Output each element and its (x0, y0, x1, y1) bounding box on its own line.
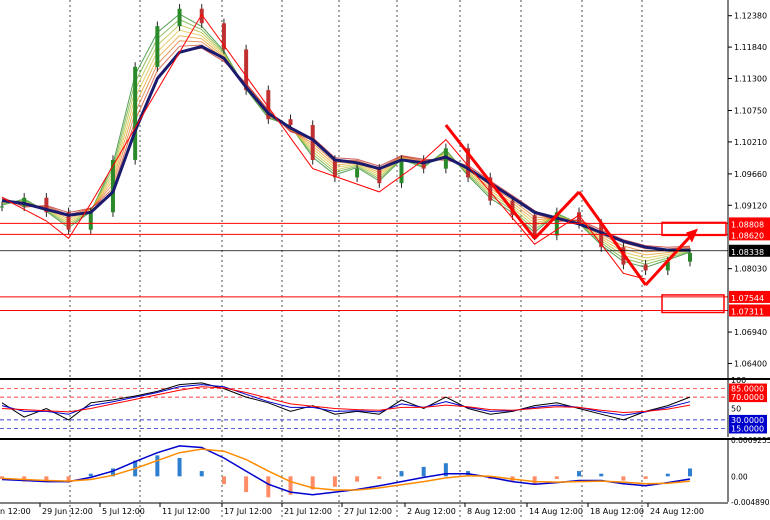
price-candle-body (399, 159, 404, 184)
h-level-label: 1.07311 (731, 307, 764, 316)
price-tick-label: 1.12380 (734, 12, 767, 21)
price-tick-label: 1.10750 (734, 106, 767, 115)
h-level-label: 1.08620 (731, 231, 764, 240)
macd-histogram-bar (155, 455, 160, 477)
price-tick-label: 1.11840 (734, 43, 767, 52)
osc-series-line (1, 386, 691, 414)
x-tick-label: 21 Jul 12:00 (284, 507, 332, 516)
macd-histogram-bar (665, 473, 670, 477)
oscillator-panel: 10085.000070.00005030.000015.0000 (0, 376, 770, 437)
macd-panel: 0.0069255 0.00 -0.0048906 (0, 436, 770, 507)
macd-histogram-bar (377, 476, 382, 479)
macd-histogram-bar (199, 471, 204, 477)
price-candle-body (88, 212, 93, 230)
osc-tick-label: 50 (731, 405, 741, 414)
x-axis: n 12:00 29 Jun 12:00 5 Jul 12:00 11 Jul 12:… (0, 502, 728, 516)
price-candle-body (532, 215, 537, 236)
chart-root: 1.08808 1.08620 1.08338 1.07544 1.07311 1.123… (0, 0, 770, 520)
x-tick-label: 24 Aug 12:00 (650, 507, 704, 516)
macd-histogram-bar (221, 476, 226, 485)
macd-histogram-bar (643, 476, 648, 479)
price-candle-body (177, 8, 182, 27)
price-tick-label: 1.06940 (734, 328, 767, 337)
macd-histogram-bar (688, 468, 692, 477)
price-candle-body (332, 159, 337, 178)
macd-histogram-bar (266, 476, 271, 498)
price-tick-label: 1.06400 (734, 359, 767, 368)
price-candle-body (0, 206, 4, 208)
price-panel: 1.08808 1.08620 1.08338 1.07544 1.07311 1.123… (0, 0, 770, 520)
h-level-label: 1.08808 (731, 220, 764, 229)
price-candle-body (288, 119, 293, 126)
price-candle-body (643, 264, 648, 271)
macd-tick-label: 0.00 (731, 472, 748, 481)
price-candle-body (355, 168, 360, 178)
macd-histogram-bar (532, 476, 537, 485)
x-tick-label: 29 Jun 12:00 (42, 507, 93, 516)
price-candle-body (377, 168, 382, 184)
macd-histogram-bar (554, 476, 559, 479)
h-level-label: 1.08338 (731, 248, 764, 257)
x-tick-label: 11 Jul 12:00 (162, 507, 210, 516)
x-tick-label: 8 Aug 12:00 (467, 507, 516, 516)
x-tick-label: 2 Aug 12:00 (407, 507, 456, 516)
macd-histogram-bar (421, 466, 426, 477)
x-tick-label: 14 Aug 12:00 (529, 507, 583, 516)
macd-tick-label: 0.0069255 (731, 436, 770, 445)
macd-histogram-bar (599, 473, 604, 477)
macd-histogram-bar (355, 476, 360, 482)
osc-tick-label: 15.0000 (731, 424, 764, 433)
macd-histogram-bar (177, 457, 182, 477)
macd-histogram-bar (244, 476, 249, 493)
macd-histogram-bar (399, 471, 404, 477)
osc-tick-label: 70.0000 (731, 393, 764, 402)
price-tick-label: 1.09660 (734, 170, 767, 179)
macd-signal-line (1, 445, 691, 496)
x-tick-label: 17 Jul 12:00 (224, 507, 272, 516)
macd-histogram-bar (621, 476, 626, 481)
x-tick-label: 27 Jul 12:00 (344, 507, 392, 516)
price-tick-label: 1.08030 (734, 265, 767, 274)
macd-histogram-bar (332, 476, 337, 487)
price-candle-body (688, 252, 692, 262)
price-candle-body (133, 66, 138, 160)
h-level-label: 1.07544 (731, 294, 764, 303)
price-tick-label: 1.09120 (734, 201, 767, 210)
x-tick-label: 18 Aug 12:00 (590, 507, 644, 516)
macd-tick-label: -0.0048906 (731, 498, 770, 507)
macd-histogram-bar (88, 473, 93, 477)
price-tick-label: 1.10210 (734, 138, 767, 147)
price-candle-body (155, 26, 160, 67)
price-tick-label: 1.11300 (734, 75, 767, 84)
x-tick-label: 5 Jul 12:00 (102, 507, 145, 516)
macd-histogram-bar (577, 471, 582, 477)
macd-signal-line (1, 448, 691, 491)
x-tick-label-clipped: n 12:00 (0, 507, 31, 516)
